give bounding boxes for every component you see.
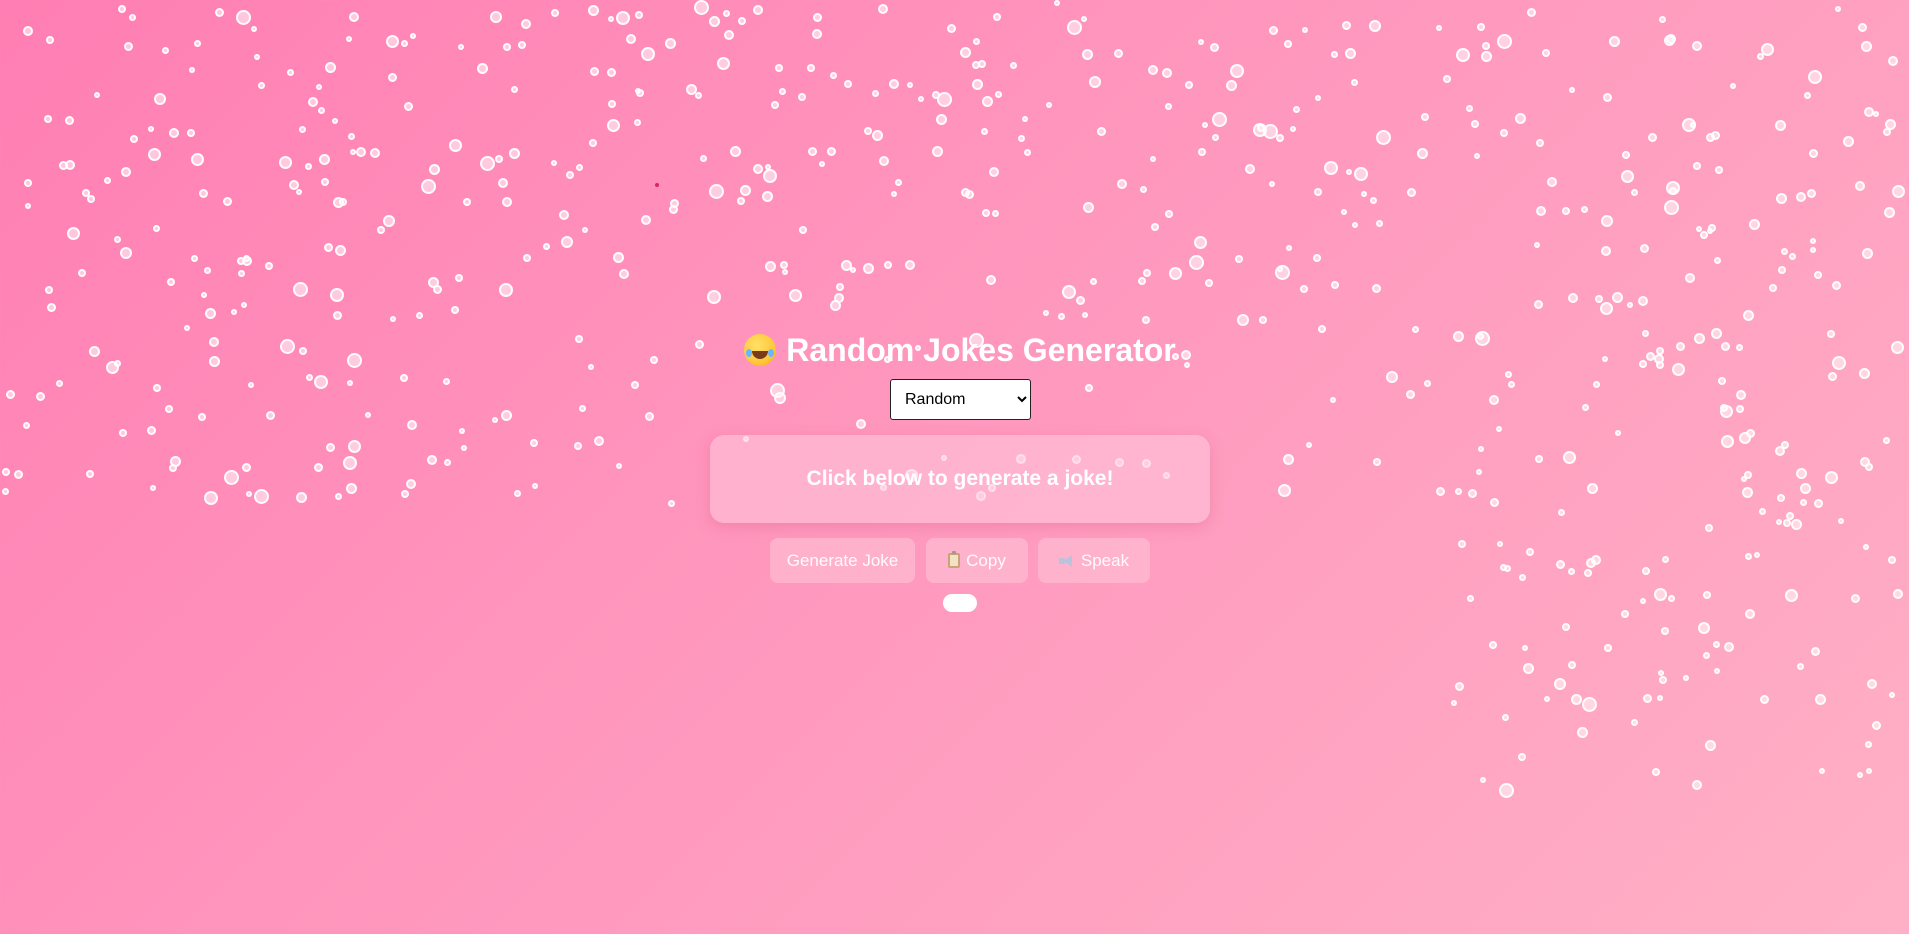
joke-card: Click below to generate a joke! (710, 435, 1210, 523)
app-root: Random Jokes Generator Random Click belo… (0, 0, 1909, 934)
clipboard-icon (948, 551, 961, 568)
page-title-text: Random Jokes Generator (786, 332, 1176, 368)
copy-label: Copy (966, 550, 1006, 570)
speak-button[interactable]: Speak (1038, 538, 1150, 583)
copy-button[interactable]: Copy (926, 538, 1028, 583)
laughing-face-icon (744, 334, 777, 366)
category-select[interactable]: Random (890, 379, 1031, 420)
loading-indicator (943, 594, 977, 612)
page-title: Random Jokes Generator (0, 330, 1909, 370)
speak-label: Speak (1080, 550, 1130, 570)
joke-text: Click below to generate a joke! (806, 467, 1114, 490)
speaker-icon (1058, 554, 1075, 567)
generate-joke-label: Generate Joke (786, 550, 899, 570)
generate-joke-button[interactable]: Generate Joke (770, 538, 915, 583)
